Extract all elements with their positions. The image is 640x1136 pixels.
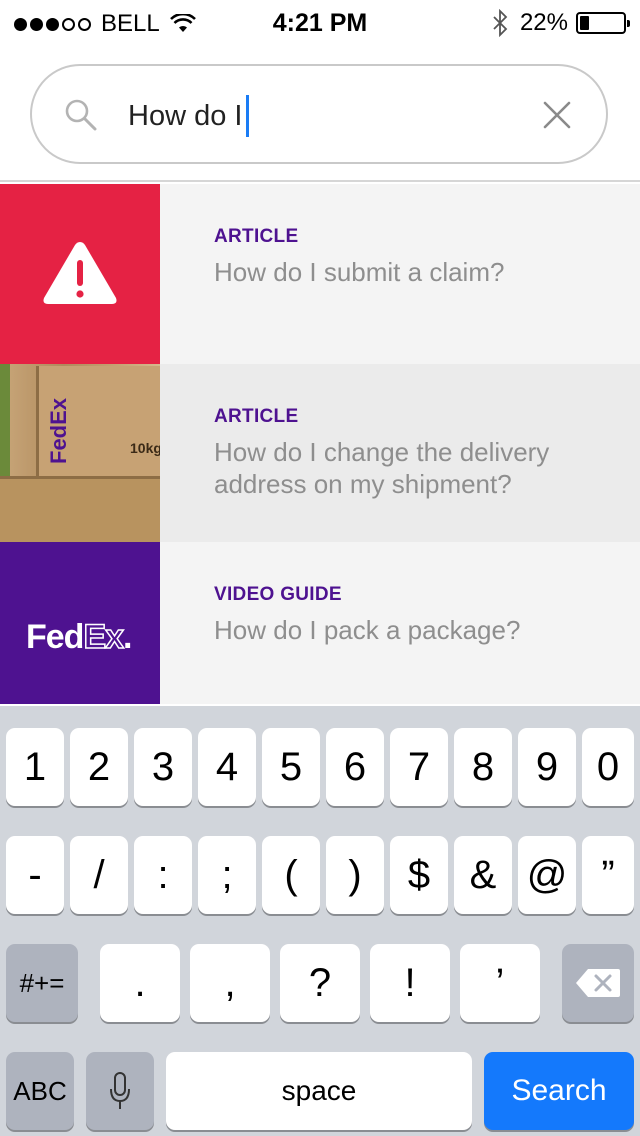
result-item[interactable]: ARTICLE How do I submit a claim? [0, 184, 640, 364]
search-results-list: ARTICLE How do I submit a claim? FedEx 1… [0, 184, 640, 704]
battery-percentage: 22% [519, 9, 568, 36]
key-ampersand[interactable]: & [454, 836, 512, 914]
fedex-boxes-photo: FedEx 10kg [0, 364, 160, 542]
search-query[interactable]: How do I [128, 95, 250, 137]
key-9[interactable]: 9 [518, 728, 576, 806]
warning-icon [43, 242, 117, 304]
battery-fill [580, 16, 589, 30]
fedex-logo: FedEx. [26, 617, 133, 657]
screen: BELL 4:21 PM 22% How do I ARTICLE How do… [0, 0, 640, 1136]
backspace-icon [576, 969, 620, 997]
abc-key[interactable]: ABC [6, 1052, 74, 1130]
key-semicolon[interactable]: ; [198, 836, 256, 914]
microphone-icon [110, 1072, 130, 1109]
result-body: VIDEO GUIDE How do I pack a package? [160, 542, 614, 704]
key-at[interactable]: @ [518, 836, 576, 914]
key-quote[interactable]: ” [582, 836, 634, 914]
space-key[interactable]: space [166, 1052, 472, 1130]
photo-box-bottom [0, 476, 160, 542]
result-type-label: VIDEO GUIDE [214, 584, 342, 605]
key-7[interactable]: 7 [390, 728, 448, 806]
key-0[interactable]: 0 [582, 728, 634, 806]
key-dollar[interactable]: $ [390, 836, 448, 914]
result-title: How do I pack a package? [214, 615, 521, 645]
key-4[interactable]: 4 [198, 728, 256, 806]
key-hyphen[interactable]: - [6, 836, 64, 914]
result-body: ARTICLE How do I change the delivery add… [160, 364, 614, 542]
battery-icon [576, 12, 630, 34]
key-3[interactable]: 3 [134, 728, 192, 806]
delete-key[interactable] [562, 944, 634, 1022]
key-1[interactable]: 1 [6, 728, 64, 806]
key-8[interactable]: 8 [454, 728, 512, 806]
key-comma[interactable]: , [190, 944, 270, 1022]
key-exclamation[interactable]: ! [370, 944, 450, 1022]
fedex-logo-dot: . [123, 618, 133, 656]
keyboard: 1 2 3 4 5 6 7 8 9 0 - / : ; ( ) $ & @ ” … [0, 706, 640, 1136]
result-type-label: ARTICLE [214, 226, 299, 247]
close-icon[interactable] [542, 100, 572, 130]
fedex-logo-fed: Fed [26, 618, 84, 656]
key-apostrophe[interactable]: ’ [460, 944, 540, 1022]
key-period[interactable]: . [100, 944, 180, 1022]
key-2[interactable]: 2 [70, 728, 128, 806]
bluetooth-icon [493, 9, 508, 37]
result-type-label: ARTICLE [214, 406, 299, 427]
key-6[interactable]: 6 [326, 728, 384, 806]
search-area: How do I [0, 44, 640, 182]
key-colon[interactable]: : [134, 836, 192, 914]
key-open-paren[interactable]: ( [262, 836, 320, 914]
dictation-key[interactable] [86, 1052, 154, 1130]
status-right: 22% [492, 9, 630, 37]
photo-weight-label: 10kg [130, 440, 160, 456]
search-input[interactable]: How do I [30, 64, 608, 164]
result-title: How do I submit a claim? [214, 257, 505, 287]
key-close-paren[interactable]: ) [326, 836, 384, 914]
fedex-logo-ex: Ex [83, 617, 125, 657]
key-5[interactable]: 5 [262, 728, 320, 806]
result-body: ARTICLE How do I submit a claim? [160, 184, 614, 364]
result-title: How do I change the delivery address on … [214, 437, 550, 499]
photo-fedex-logo: FedEx [46, 397, 71, 464]
key-question[interactable]: ? [280, 944, 360, 1022]
search-icon [65, 99, 97, 131]
result-thumbnail [0, 184, 160, 364]
more-symbols-key[interactable]: #+= [6, 944, 78, 1022]
result-item[interactable]: FedEx 10kg ARTICLE How do I change the d… [0, 364, 640, 542]
search-query-text: How do I [128, 99, 243, 132]
result-item[interactable]: FedEx. VIDEO GUIDE How do I pack a packa… [0, 542, 640, 704]
search-button[interactable]: Search [484, 1052, 634, 1130]
status-bar: BELL 4:21 PM 22% [0, 0, 640, 44]
text-cursor [246, 95, 250, 137]
result-thumbnail: FedEx. [0, 542, 160, 704]
battery-tip [627, 20, 630, 27]
key-slash[interactable]: / [70, 836, 128, 914]
